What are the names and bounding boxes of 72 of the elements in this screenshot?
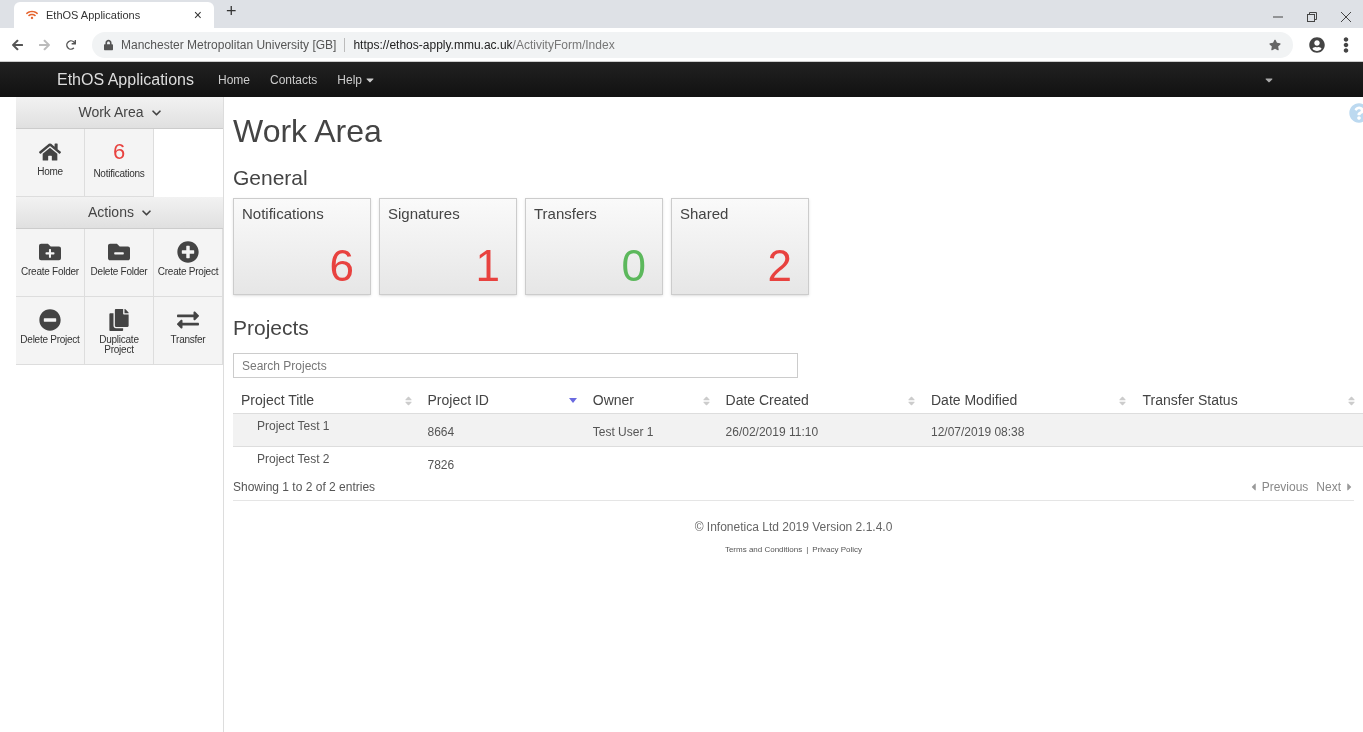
- tile-count: 0: [621, 242, 647, 290]
- lock-icon: [104, 38, 113, 51]
- nav-link[interactable]: Contacts: [270, 70, 318, 89]
- sidebar-action[interactable]: Delete Project: [16, 297, 85, 365]
- sidebar-action[interactable]: 6 Notifications: [85, 129, 154, 197]
- section-header[interactable]: Work Area: [16, 97, 223, 129]
- next-link[interactable]: Next: [1316, 478, 1341, 496]
- restore-icon[interactable]: [1307, 12, 1317, 22]
- stat-tile[interactable]: Notifications 6: [233, 198, 371, 295]
- address-bar[interactable]: Manchester Metropolitan University [GB] https://ethos-apply.mmu.ac.uk/ActivityForm/Index: [92, 31, 1293, 58]
- separator: |: [806, 544, 809, 556]
- tile-label: Shared: [680, 204, 730, 224]
- copyright-text: © Infonetica Ltd 2019 Version 2.1.4.0: [694, 519, 893, 536]
- column-header[interactable]: Transfer Status: [1134, 388, 1363, 414]
- sidebar-action[interactable]: Create Project: [154, 229, 223, 297]
- sidebar-action[interactable]: Delete Folder: [85, 229, 154, 297]
- tab-title: EthOS Applications: [46, 7, 142, 23]
- column-header[interactable]: Owner: [584, 388, 718, 414]
- table-info: Showing 1 to 2 of 2 entries: [233, 479, 376, 496]
- privacy-link[interactable]: Privacy Policy: [812, 544, 863, 556]
- column-header[interactable]: Date Created: [717, 388, 923, 414]
- logo-icon: [26, 9, 38, 21]
- tile-count: 2: [767, 242, 793, 290]
- close-icon[interactable]: [1341, 12, 1351, 22]
- folder-minus-icon: [108, 241, 130, 263]
- terms-link[interactable]: Terms and Conditions: [724, 544, 803, 556]
- table-cell: 7826: [427, 457, 455, 472]
- sidebar-action[interactable]: Create Folder: [16, 229, 85, 297]
- column-header[interactable]: Project Title: [233, 388, 420, 414]
- site-identity: Manchester Metropolitan University [GB]: [121, 36, 337, 54]
- star-icon[interactable]: [1269, 38, 1281, 51]
- caret-right-icon: [1345, 481, 1354, 493]
- sidebar-action[interactable]: Home: [16, 129, 85, 197]
- tile-label: Transfers: [534, 204, 598, 224]
- house-icon: [39, 141, 61, 163]
- table-cell: 12/07/2019 08:38: [931, 425, 1025, 439]
- browser-tab[interactable]: EthOS Applications ×: [14, 2, 214, 28]
- stat-tile[interactable]: Transfers 0: [525, 198, 663, 295]
- section-title: Projects: [233, 315, 310, 341]
- tile-count: 6: [329, 242, 355, 290]
- tile-label: Signatures: [388, 204, 461, 224]
- column-header[interactable]: Project ID: [419, 388, 585, 414]
- tile-label: Notifications: [242, 204, 325, 224]
- sidebar-action[interactable]: Transfer: [154, 297, 223, 365]
- tile-count: 1: [475, 242, 501, 290]
- sort-down-icon: [568, 398, 577, 403]
- account-icon[interactable]: [1309, 36, 1325, 53]
- menu-icon[interactable]: [1341, 36, 1351, 53]
- url-text: https://ethos-apply.mmu.ac.uk/ActivityForm/Index: [353, 36, 615, 54]
- notification-count: 6: [113, 141, 125, 165]
- search-field[interactable]: Search Projects: [233, 353, 798, 378]
- stat-tile[interactable]: Signatures 1: [379, 198, 517, 295]
- brand-title[interactable]: EthOS Applications: [57, 67, 194, 92]
- page-title: Work Area: [233, 112, 382, 151]
- table-cell: 26/02/2019 11:10: [725, 425, 819, 439]
- section-title: General: [233, 165, 309, 191]
- folder-plus-icon: [39, 241, 61, 263]
- nav-link[interactable]: Home: [217, 70, 250, 89]
- arrows-icon: [177, 309, 199, 331]
- table-cell: 8664: [427, 425, 455, 439]
- new-tab-button[interactable]: +: [226, 0, 237, 25]
- table-cell: Project Test 2: [257, 451, 330, 466]
- previous-link[interactable]: Previous: [1261, 478, 1309, 496]
- nav-link[interactable]: Help: [337, 70, 375, 89]
- table-cell: Project Test 1: [257, 419, 330, 433]
- tab-close[interactable]: ×: [193, 4, 202, 26]
- column-header[interactable]: Date Modified: [923, 388, 1135, 414]
- table-cell: Test User 1: [592, 425, 654, 439]
- stat-tile[interactable]: Shared 2: [671, 198, 809, 295]
- copy-icon: [108, 309, 130, 331]
- sidebar-action[interactable]: Duplicate Project: [85, 297, 154, 365]
- section-header[interactable]: Actions: [16, 197, 223, 229]
